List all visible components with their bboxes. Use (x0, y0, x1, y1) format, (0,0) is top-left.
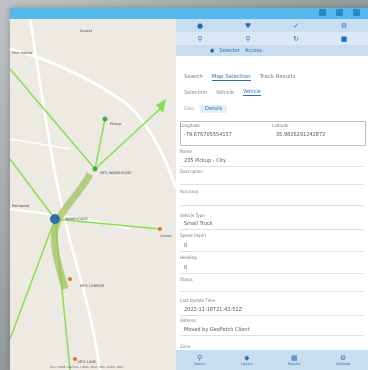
last-update-field[interactable]: 2022-11-16T21:42:52Z (184, 307, 242, 313)
nav-results[interactable]: ▦ Results (288, 354, 301, 366)
map-label: MFG CARRIER (80, 284, 105, 288)
address-label: Address (180, 318, 196, 323)
tab-track-results[interactable]: Track Results (260, 74, 296, 80)
nav-settings-label: Settings (335, 362, 351, 366)
window-close-icon[interactable] (353, 9, 360, 16)
latitude-field[interactable]: 35.9826291242872 (276, 132, 325, 138)
vehicle-marker-icon[interactable] (92, 166, 98, 172)
divider (180, 229, 364, 230)
selected-vehicle-marker-icon[interactable] (50, 214, 60, 224)
map-view[interactable]: Pine Hollow Sunset Pickup MFG WAREHOUSE … (10, 19, 176, 370)
map-label: MFG WAREHOUSE (100, 171, 132, 175)
name-label: Name (180, 149, 192, 154)
divider (180, 291, 364, 292)
poi-marker-icon[interactable] (73, 357, 77, 361)
heading-label: Heading (180, 255, 197, 260)
nav-results-label: Results (287, 362, 301, 366)
tab-selection[interactable]: Selection (184, 90, 207, 96)
name-field[interactable]: 235 Pickup - City (184, 158, 226, 164)
poi-marker-icon[interactable] (158, 227, 162, 231)
detail-tabs: Geo Details (176, 103, 368, 114)
toolbar-top: ● ♥ ✓ ⚙ (176, 19, 368, 32)
tab-vehicle-active[interactable]: Vehicle (242, 89, 261, 96)
divider (180, 251, 364, 252)
selector-row: ● Selector Access (176, 45, 368, 56)
accuracy-label: Accuracy (180, 189, 199, 194)
refresh-icon[interactable]: ↻ (292, 35, 301, 43)
toolbar-second: ⚲ ⚲ ↻ ■ (176, 32, 368, 45)
selector-dot-icon: ● (210, 47, 215, 54)
map-label: Pine Hollow (12, 51, 33, 55)
side-panel: ● ♥ ✓ ⚙ ⚲ ⚲ ↻ ■ ● Selector Access Search… (176, 19, 368, 370)
tab-vehicle[interactable]: Vehicle (216, 90, 234, 96)
tab-details[interactable]: Details (200, 104, 228, 113)
nav-search[interactable]: ⚲ Search (194, 354, 206, 366)
main-tabs: Search Map Selection Track Results (176, 71, 368, 83)
bottom-nav: ⚲ Search ◆ Layers ▦ Results ⚙ Settings (176, 350, 368, 370)
status-label: Status (180, 277, 193, 282)
map-label: Sunset (80, 29, 93, 33)
divider (180, 205, 364, 206)
divider (180, 166, 364, 167)
grid-icon[interactable]: ■ (340, 35, 349, 43)
map-attribution: Esri, HERE, Garmin, USGS, NGA, EPA, USDA… (50, 365, 123, 369)
window-minimize-icon[interactable] (319, 9, 326, 16)
window-maximize-icon[interactable] (336, 9, 343, 16)
search-icon[interactable]: ⚲ (244, 35, 253, 43)
latitude-label: Latitude (272, 123, 289, 128)
longitude-field[interactable]: -79.676705554157 (184, 132, 232, 138)
title-bar (10, 8, 368, 19)
selector-mode[interactable]: Selector (219, 48, 240, 54)
divider (180, 273, 364, 274)
speed-field[interactable]: 0 (184, 243, 187, 249)
map-label: Corner (160, 234, 172, 238)
map-label: Parkwood (12, 204, 29, 208)
search-icon: ⚲ (197, 354, 203, 362)
vehicle-type-label: Vehicle Type (180, 213, 205, 218)
vehicle-type-field[interactable]: Small Truck (184, 221, 213, 227)
speed-label: Speed (mph) (180, 233, 206, 238)
divider (180, 335, 364, 336)
app-window: Pine Hollow Sunset Pickup MFG WAREHOUSE … (10, 8, 368, 370)
tab-map-selection[interactable]: Map Selection (211, 74, 251, 81)
map-label: WAREHOUSE (65, 217, 88, 221)
gear-icon[interactable]: ⚙ (340, 22, 349, 30)
nav-settings[interactable]: ⚙ Settings (336, 354, 350, 366)
person-icon[interactable]: ● (196, 22, 205, 30)
longitude-label: Longitude (180, 123, 200, 128)
last-update-label: Last Update Time (180, 298, 216, 303)
divider (180, 315, 364, 316)
address-field[interactable]: Moved by GeoFetch Client (184, 327, 250, 333)
nav-layers[interactable]: ◆ Layers (241, 354, 253, 366)
poi-marker-icon[interactable] (68, 277, 72, 281)
heading-field[interactable]: 0 (184, 265, 187, 271)
sub-tabs: Selection Vehicle Vehicle (176, 87, 368, 98)
map-label: MFG LANE (78, 360, 97, 364)
vehicle-marker-icon[interactable] (102, 116, 108, 122)
map-label: Pickup (110, 122, 122, 126)
settings-icon: ⚙ (340, 354, 347, 362)
tab-search[interactable]: Search (184, 74, 203, 80)
search-icon[interactable]: ⚲ (196, 35, 205, 43)
grid-icon: ▦ (290, 354, 298, 362)
tab-geo[interactable]: Geo (184, 106, 194, 112)
checkmark-icon[interactable]: ✓ (292, 22, 301, 30)
zone-label: Zone (180, 344, 191, 349)
divider (180, 184, 364, 185)
nav-layers-label: Layers (241, 362, 253, 366)
nav-search-label: Search (193, 362, 206, 366)
map-canvas[interactable] (10, 19, 176, 370)
access-mode[interactable]: Access (245, 48, 262, 54)
description-label: Description (180, 169, 203, 174)
layers-icon: ◆ (244, 354, 250, 362)
heart-icon[interactable]: ♥ (244, 22, 253, 30)
